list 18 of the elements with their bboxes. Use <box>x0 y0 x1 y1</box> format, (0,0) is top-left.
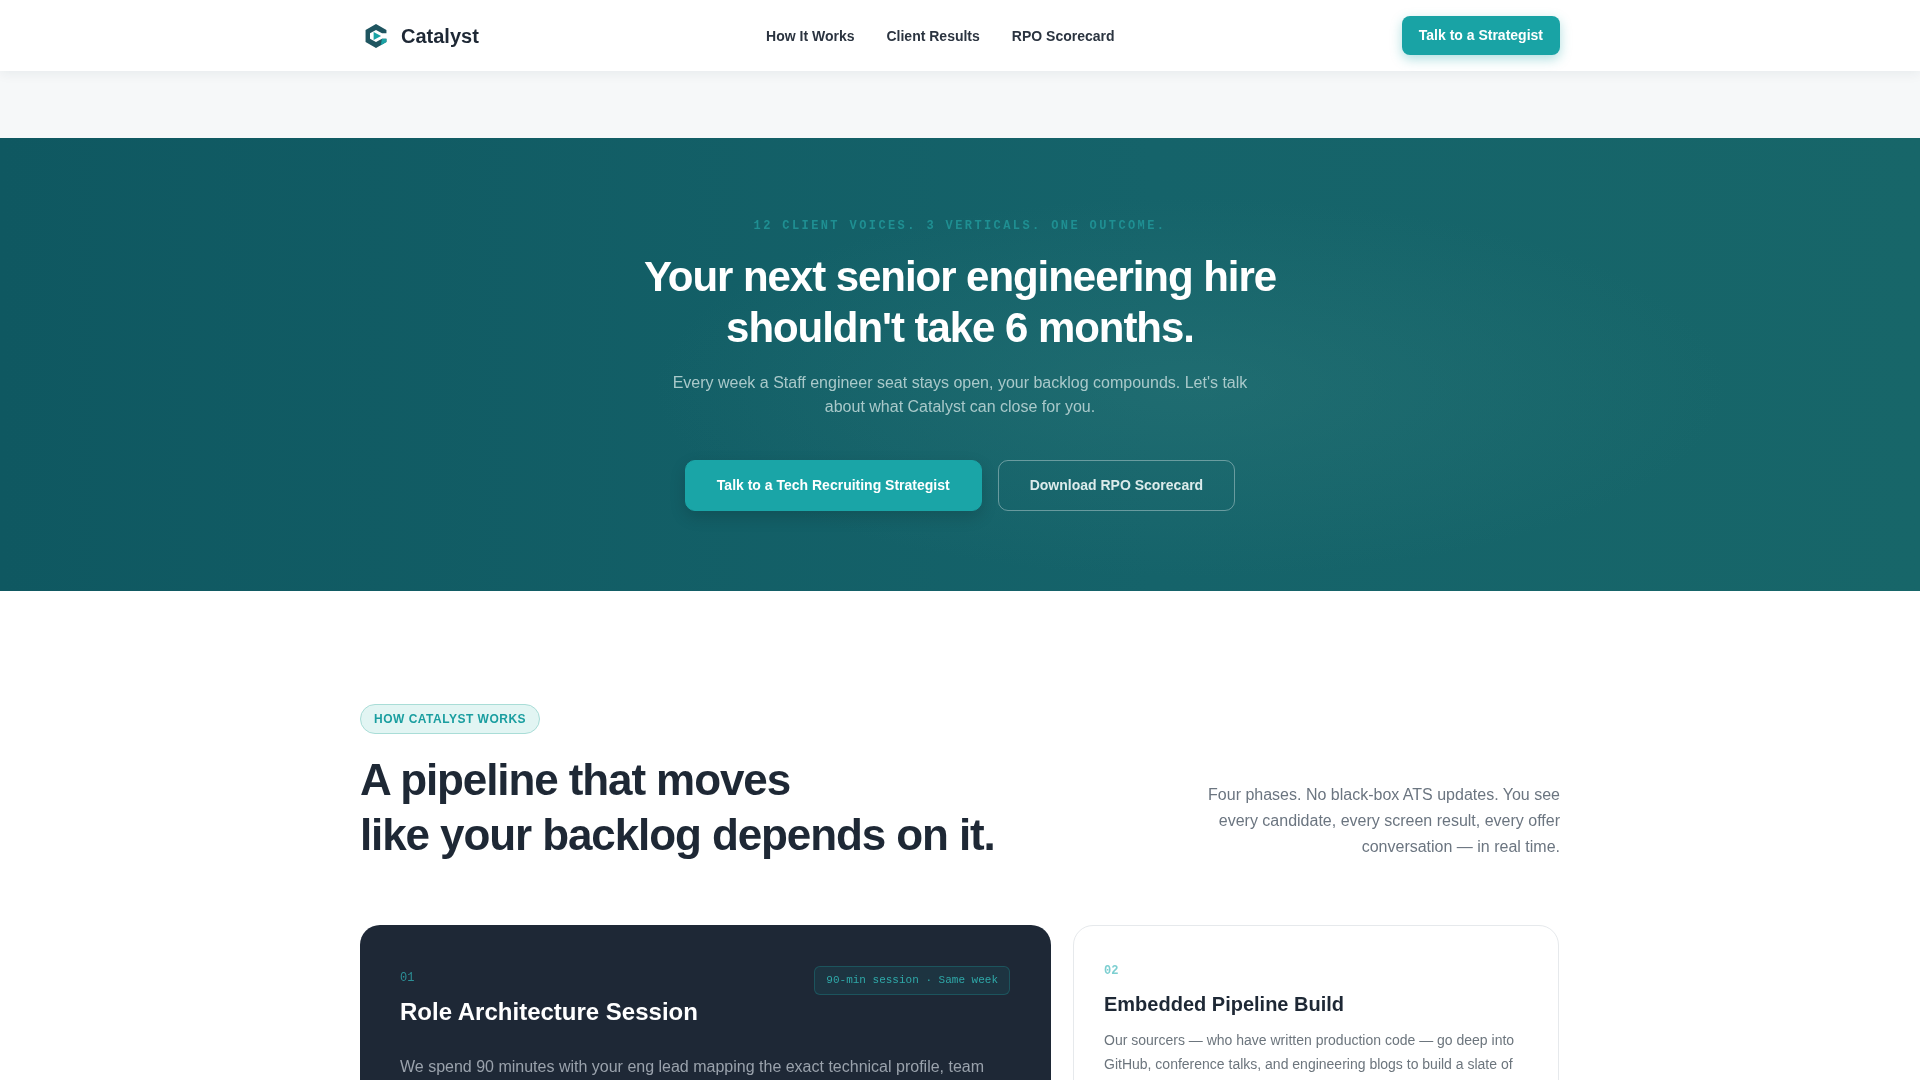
section-tag: HOW CATALYST WORKS <box>360 704 541 734</box>
hero-title: Your next senior engineering hire shouldn't take 6 months. <box>642 252 1277 353</box>
nav-link[interactable]: Client Results <box>886 25 980 46</box>
brand-link[interactable]: Catalyst <box>364 23 479 48</box>
phase-description: Our sourcers — who have written production code — go deep into GitHub, conference talks, and engineering blogs to build a slate of <box>1104 1031 1516 1074</box>
phase-description: We spend 90 minutes with your eng lead mapping the exact technical profile, team <box>400 1057 986 1077</box>
phase-number: 02 <box>1104 963 1119 980</box>
phase-title: Role Architecture Session <box>400 997 698 1027</box>
section-intro: Four phases. No black-box ATS updates. You see every candidate, every screen result, every offer conversation — in real time. <box>1207 785 1560 857</box>
nav-link[interactable]: How It Works <box>766 25 855 46</box>
phase-tag: 90-min session · Same week <box>814 966 1010 995</box>
nav-link[interactable]: RPO Scorecard <box>1011 25 1115 46</box>
phase-number: 01 <box>400 970 415 987</box>
section-title: A pipeline that moves like your backlog depends on it. <box>360 754 995 861</box>
hero-subtitle: Every week a Staff engineer seat stays open, your backlog compounds. Let's talk about what Catalyst can close for you. <box>671 373 1249 417</box>
phase-title: Embedded Pipeline Build <box>1104 992 1345 1017</box>
logo-icon <box>364 23 388 48</box>
download-button[interactable]: Download RPO Scorecard <box>997 460 1236 511</box>
